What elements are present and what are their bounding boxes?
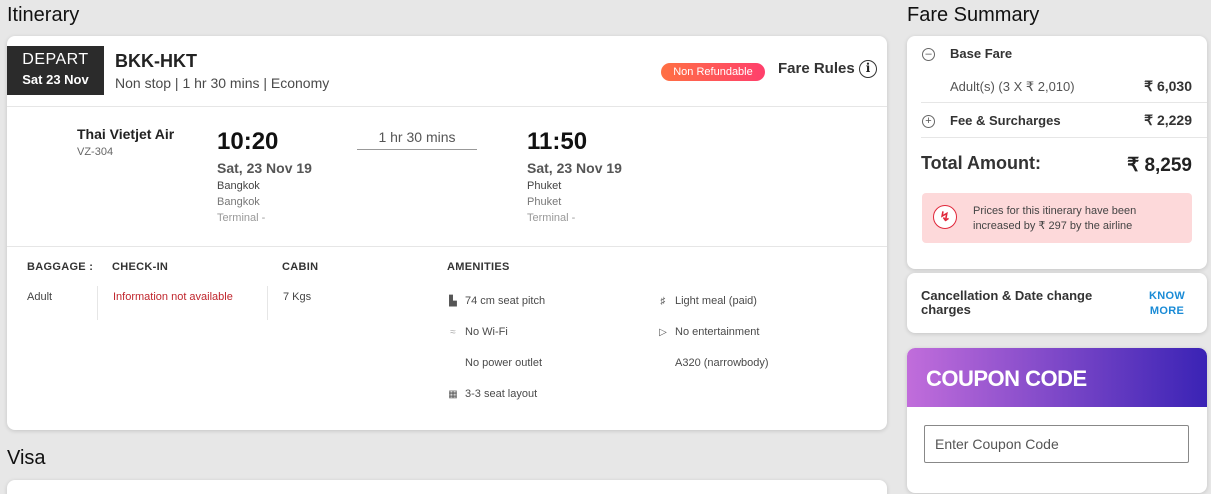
expand-icon[interactable]: + bbox=[922, 115, 935, 128]
airline-name: Thai Vietjet Air bbox=[77, 126, 175, 142]
amenity-label: 74 cm seat pitch bbox=[465, 295, 546, 307]
price-increase-alert: ↯ Prices for this itinerary have been in… bbox=[922, 193, 1192, 243]
arrival-time: 11:50 bbox=[527, 128, 588, 155]
coupon-title: COUPON CODE bbox=[926, 366, 1087, 391]
amenity-label: 3-3 seat layout bbox=[465, 388, 538, 400]
passenger-type: Adult bbox=[27, 291, 53, 303]
meal-icon: ♯ bbox=[660, 296, 666, 307]
seat-layout-icon: ▦ bbox=[448, 389, 458, 400]
cabin-value: 7 Kgs bbox=[283, 291, 312, 303]
amenity-label: Light meal (paid) bbox=[675, 295, 757, 307]
coupon-header: COUPON CODE bbox=[907, 348, 1207, 407]
coupon-code-input[interactable] bbox=[924, 425, 1189, 463]
seat-icon: ▙ bbox=[449, 296, 457, 307]
amenity-aircraft: A320 (narrowbody) bbox=[657, 357, 769, 369]
column-separator bbox=[97, 286, 98, 320]
amenity-power: No power outlet bbox=[447, 357, 542, 369]
adults-fare-amount: ₹ 6,030 bbox=[1144, 78, 1192, 94]
divider bbox=[7, 106, 887, 107]
fees-amount: ₹ 2,229 bbox=[1144, 112, 1192, 128]
amenities-header: AMENITIES bbox=[447, 261, 510, 273]
arrival-terminal: Terminal - bbox=[527, 212, 576, 224]
price-alert-icon: ↯ bbox=[933, 205, 957, 229]
wifi-icon: ≈ bbox=[450, 327, 456, 338]
collapse-icon[interactable]: – bbox=[922, 48, 935, 61]
departure-terminal: Terminal - bbox=[217, 212, 266, 224]
amenity-label: No power outlet bbox=[465, 357, 543, 369]
divider bbox=[921, 137, 1207, 138]
amenity-wifi: ≈ No Wi-Fi bbox=[447, 326, 508, 338]
price-alert-text: Prices for this itinerary have been incr… bbox=[973, 205, 1137, 232]
arrival-city: Phuket bbox=[527, 180, 562, 192]
checkin-header: CHECK-IN bbox=[112, 261, 169, 273]
depart-label: DEPART bbox=[22, 51, 89, 68]
baggage-header: BAGGAGE : bbox=[27, 261, 94, 273]
checkin-value: Information not available bbox=[113, 291, 233, 303]
arrival-airport: Phuket bbox=[527, 196, 562, 208]
amenity-entertainment: ▷ No entertainment bbox=[657, 326, 759, 338]
fare-rules-link[interactable]: Fare Rules bbox=[778, 60, 855, 77]
depart-badge: DEPART Sat 23 Nov bbox=[7, 46, 104, 95]
cancellation-card: Cancellation & Date change charges KNOW … bbox=[907, 273, 1207, 333]
base-fare-label[interactable]: Base Fare bbox=[950, 46, 1012, 61]
route-summary: Non stop | 1 hr 30 mins | Economy bbox=[115, 75, 330, 91]
amenity-meal: ♯ Light meal (paid) bbox=[657, 295, 757, 307]
total-amount: ₹ 8,259 bbox=[1127, 155, 1192, 176]
departure-time: 10:20 bbox=[217, 128, 279, 155]
itinerary-heading: Itinerary bbox=[7, 4, 80, 26]
route: BKK-HKT bbox=[115, 51, 197, 71]
column-separator bbox=[267, 286, 268, 320]
adults-fare-label: Adult(s) (3 X ₹ 2,010) bbox=[950, 79, 1075, 94]
visa-card bbox=[7, 480, 887, 494]
fees-label[interactable]: Fee & Surcharges bbox=[950, 113, 1061, 128]
know-more-link[interactable]: KNOW MORE bbox=[1142, 289, 1192, 319]
departure-airport: Bangkok bbox=[217, 196, 260, 208]
cancellation-label: Cancellation & Date change charges bbox=[921, 288, 1093, 317]
amenity-layout: ▦ 3-3 seat layout bbox=[447, 388, 537, 400]
fare-summary-heading: Fare Summary bbox=[907, 4, 1040, 26]
flight-number: VZ-304 bbox=[77, 146, 114, 158]
visa-heading: Visa bbox=[7, 447, 46, 469]
coupon-card: COUPON CODE bbox=[907, 348, 1207, 493]
departure-date: Sat, 23 Nov 19 bbox=[217, 160, 312, 176]
departure-city: Bangkok bbox=[217, 180, 260, 192]
entertainment-icon: ▷ bbox=[659, 327, 667, 338]
arrival-date: Sat, 23 Nov 19 bbox=[527, 160, 622, 176]
itinerary-card: DEPART Sat 23 Nov BKK-HKT Non stop | 1 h… bbox=[7, 36, 887, 430]
total-label: Total Amount: bbox=[921, 153, 1041, 173]
amenity-label: No Wi-Fi bbox=[465, 326, 508, 338]
divider bbox=[7, 246, 887, 247]
divider bbox=[921, 102, 1207, 103]
amenity-seat-pitch: ▙ 74 cm seat pitch bbox=[447, 295, 545, 307]
info-icon[interactable]: i bbox=[859, 60, 877, 78]
fare-summary-card: – Base Fare Adult(s) (3 X ₹ 2,010) ₹ 6,0… bbox=[907, 36, 1207, 269]
amenity-label: No entertainment bbox=[675, 326, 760, 338]
cabin-header: CABIN bbox=[282, 261, 319, 273]
depart-date: Sat 23 Nov bbox=[22, 72, 89, 87]
amenity-label: A320 (narrowbody) bbox=[675, 357, 769, 369]
flight-duration: 1 hr 30 mins bbox=[357, 129, 477, 150]
non-refundable-badge: Non Refundable bbox=[661, 63, 765, 81]
